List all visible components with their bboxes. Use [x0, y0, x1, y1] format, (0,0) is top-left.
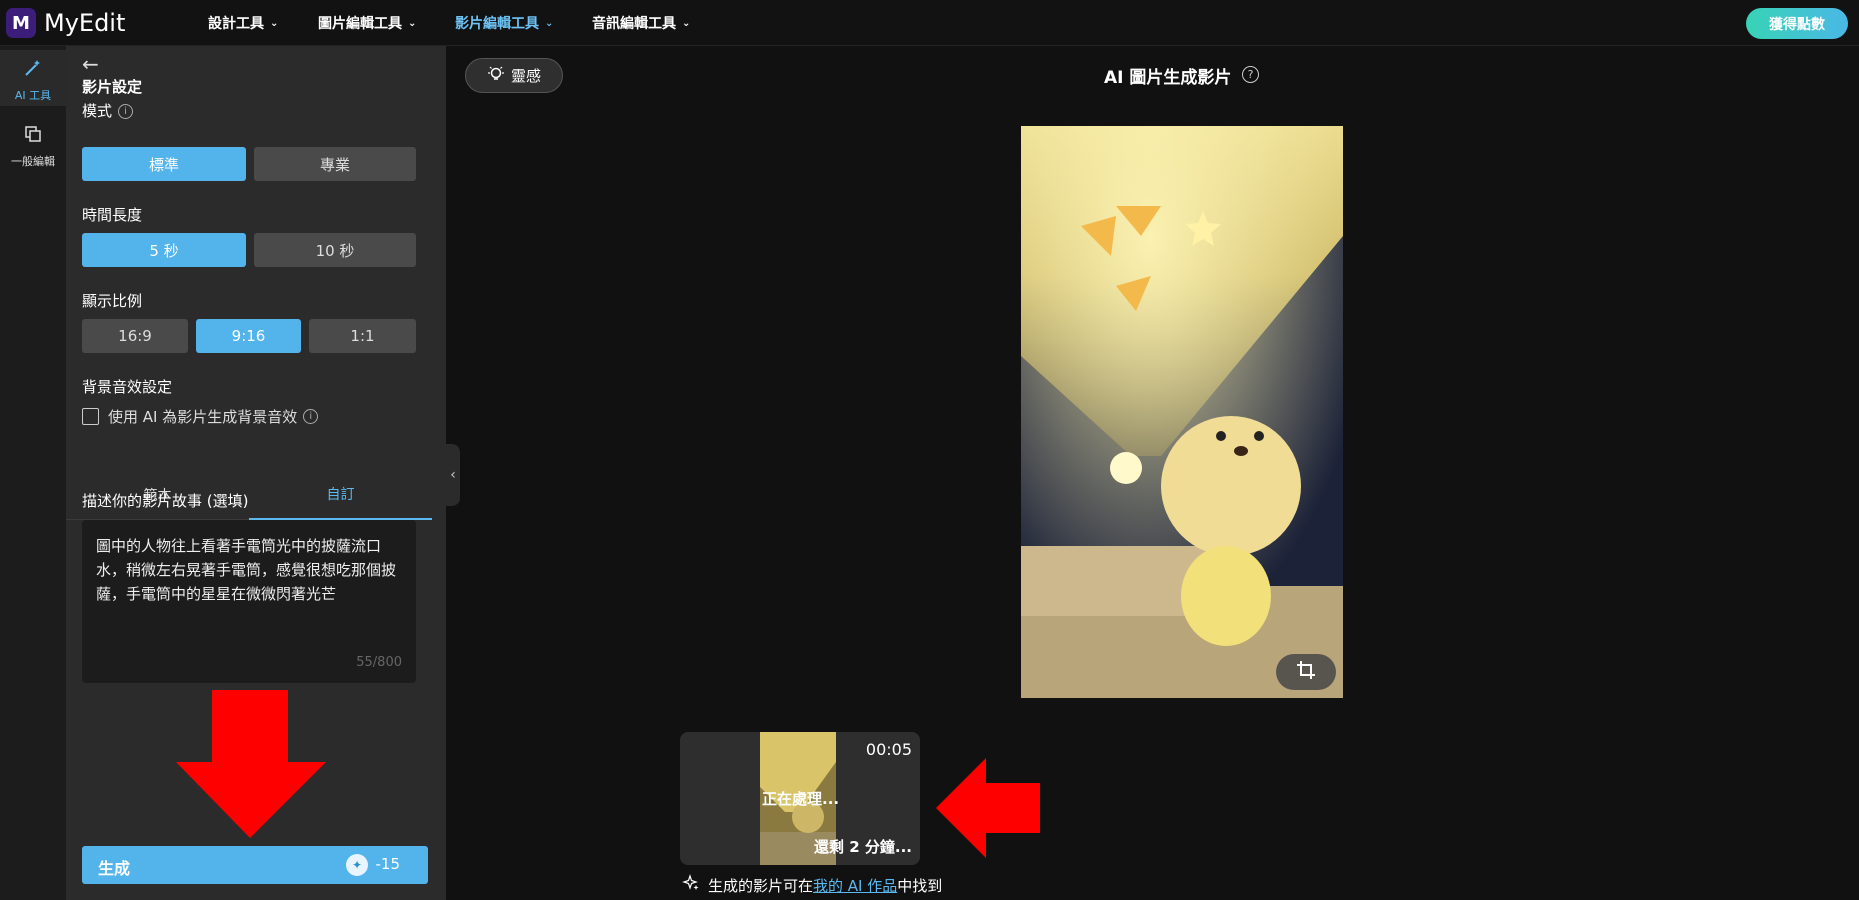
annotation-arrow-down [176, 690, 326, 838]
rail-item-ai-tools[interactable]: AI 工具 [0, 50, 66, 106]
sparkle-icon [682, 874, 700, 896]
annotation-arrow-left [936, 758, 1040, 858]
duration-10s-button[interactable]: 10 秒 [254, 233, 416, 267]
logo-mark: M [6, 8, 36, 38]
mode-pro-button[interactable]: 專業 [254, 147, 416, 181]
chevron-down-icon: ⌄ [408, 17, 417, 29]
result-location-hint: 生成的影片可在 我的 AI 作品 中找到 [682, 874, 942, 896]
job-status: 正在處理... [762, 790, 840, 808]
nav-image-tools[interactable]: 圖片編輯工具 ⌄ [318, 13, 416, 33]
duration-label: 時間長度 [82, 206, 143, 224]
story-label: 描述你的影片故事 (選填) [82, 492, 249, 510]
bgm-option: 使用 AI 為影片生成背景音效 i [82, 406, 319, 427]
inspiration-button[interactable]: 靈感 [465, 58, 563, 93]
info-icon[interactable]: i [303, 409, 319, 424]
hint-suffix: 中找到 [897, 876, 943, 895]
nav-label: 影片編輯工具 [455, 16, 539, 32]
logo-text: MyEdit [44, 9, 126, 37]
bgm-checkbox[interactable] [82, 408, 99, 425]
preview-image [1021, 126, 1343, 698]
tab-custom[interactable]: 自訂 [249, 470, 432, 520]
nav-design-tools[interactable]: 設計工具 ⌄ [208, 13, 278, 33]
crop-button[interactable] [1276, 654, 1336, 690]
generate-label: 生成 [98, 859, 131, 878]
left-rail: AI 工具 一般編輯 [0, 46, 66, 900]
bgm-checkbox-label: 使用 AI 為影片生成背景音效 [108, 408, 298, 426]
logo[interactable]: M MyEdit [6, 8, 125, 38]
chevron-down-icon: ⌄ [545, 17, 554, 29]
collapse-panel-button[interactable]: ‹ [446, 444, 460, 506]
nav-label: 音訊編輯工具 [592, 16, 676, 32]
rail-label: AI 工具 [14, 89, 52, 102]
lightbulb-icon [487, 65, 505, 87]
chevron-down-icon: ⌄ [270, 17, 279, 29]
layers-icon [23, 124, 43, 149]
char-counter: 55/800 [356, 655, 402, 670]
nav-label: 圖片編輯工具 [318, 16, 402, 32]
generate-button[interactable]: 生成 ✦ -15 [82, 846, 428, 884]
panel-title: 影片設定 [82, 78, 143, 96]
ratio-9-16-button[interactable]: 9:16 [196, 319, 301, 353]
generate-cost: -15 [375, 855, 401, 873]
chevron-down-icon: ⌄ [682, 17, 691, 29]
ratio-label: 顯示比例 [82, 292, 143, 310]
info-icon[interactable]: i [118, 104, 134, 119]
my-ai-works-link[interactable]: 我的 AI 作品 [813, 875, 897, 896]
nav-video-tools[interactable]: 影片編輯工具 ⌄ [455, 13, 553, 33]
nav-audio-tools[interactable]: 音訊編輯工具 ⌄ [592, 13, 690, 33]
back-arrow-icon[interactable]: ← [82, 52, 99, 76]
page-title: AI 圖片生成影片 [1104, 68, 1232, 88]
get-points-button[interactable]: 獲得點數 [1746, 8, 1848, 39]
credit-icon: ✦ [346, 854, 368, 876]
ratio-16-9-button[interactable]: 16:9 [82, 319, 188, 353]
mode-standard-button[interactable]: 標準 [82, 147, 246, 181]
bgm-label: 背景音效設定 [82, 378, 173, 396]
inspiration-label: 靈感 [510, 67, 541, 85]
magic-wand-icon [23, 58, 43, 83]
crop-icon [1295, 659, 1317, 686]
ratio-1-1-button[interactable]: 1:1 [309, 319, 416, 353]
nav-label: 設計工具 [208, 16, 264, 32]
hint-prefix: 生成的影片可在 [708, 876, 814, 895]
generation-job-card[interactable]: 00:05 正在處理... 還剩 2 分鐘... [680, 732, 920, 865]
job-duration: 00:05 [865, 740, 912, 759]
story-text: 圖中的人物往上看著手電筒光中的披薩流口水，稍微左右晃著手電筒，感覺很想吃那個披薩… [96, 537, 397, 603]
mode-label: 模式 i [82, 100, 134, 121]
rail-item-general-edit[interactable]: 一般編輯 [0, 116, 66, 172]
rail-label: 一般編輯 [11, 155, 55, 168]
job-remaining: 還剩 2 分鐘... [814, 838, 912, 856]
top-bar: M MyEdit 設計工具 ⌄ 圖片編輯工具 ⌄ 影片編輯工具 ⌄ 音訊編輯工具 ⌄ 獲… [0, 0, 1859, 46]
duration-5s-button[interactable]: 5 秒 [82, 233, 246, 267]
help-icon[interactable]: ? [1242, 66, 1259, 83]
story-textarea[interactable]: 圖中的人物往上看著手電筒光中的披薩流口水，稍微左右晃著手電筒，感覺很想吃那個披薩… [82, 520, 416, 683]
